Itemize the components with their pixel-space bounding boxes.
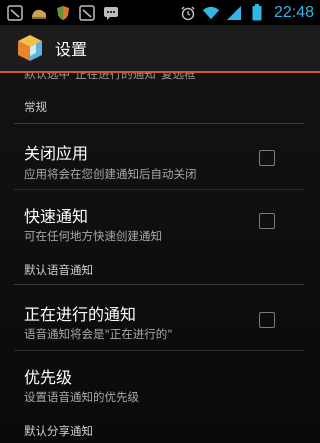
action-bar: 设置 (0, 25, 320, 71)
category-header-share: 默认分享通知 (14, 423, 304, 443)
category-header-general: 常规 (14, 99, 304, 124)
pref-quick-notify[interactable]: 快速通知 可在任何地方快速创建通知 (0, 190, 320, 252)
page-title: 设置 (55, 40, 88, 59)
category-header-label: 默认分享通知 (24, 424, 93, 438)
screen: 22:48 设置 默认选中"正在进行的通知"复选框 常规 关闭应用 应用将会在您… (0, 0, 320, 443)
status-bar-notifications (0, 4, 120, 22)
pref-summary: 应用将会在您创建通知后自动关闭 (24, 167, 197, 181)
pref-title: 关闭应用 (24, 144, 89, 163)
wifi-icon (202, 4, 220, 22)
partial-summary-text: 默认选中"正在进行的通知"复选框 (24, 73, 196, 81)
pref-title: 优先级 (24, 368, 73, 387)
pref-priority[interactable]: 优先级 设置语音通知的优先级 (0, 351, 320, 413)
bag-icon (30, 4, 48, 22)
battery-icon (248, 4, 266, 22)
close-app-checkbox[interactable] (259, 150, 275, 166)
pref-ongoing-notification[interactable]: 正在进行的通知 语音通知将会是"正在进行的" (0, 287, 320, 349)
usb-debug-icon (6, 4, 24, 22)
pref-title: 快速通知 (24, 207, 89, 226)
shield-icon (54, 4, 72, 22)
settings-list: 默认选中"正在进行的通知"复选框 常规 关闭应用 应用将会在您创建通知后自动关闭… (0, 73, 320, 443)
category-header-label: 默认语音通知 (24, 263, 93, 277)
status-bar-system: 22:48 (179, 4, 320, 22)
status-time: 22:48 (273, 3, 314, 21)
alarm-icon (179, 4, 197, 22)
category-header-voice: 默认语音通知 (14, 262, 304, 285)
pref-summary: 可在任何地方快速创建通知 (24, 229, 162, 243)
quick-notify-checkbox[interactable] (259, 213, 275, 229)
chat-icon (102, 4, 120, 22)
pref-summary: 设置语音通知的优先级 (24, 390, 139, 404)
usb-debug-icon-2 (78, 4, 96, 22)
ongoing-notification-checkbox[interactable] (259, 312, 275, 328)
pref-close-app[interactable]: 关闭应用 应用将会在您创建通知后自动关闭 (0, 127, 320, 189)
pref-summary: 语音通知将会是"正在进行的" (24, 327, 173, 341)
status-bar: 22:48 (0, 0, 320, 25)
category-header-label: 常规 (24, 100, 47, 114)
signal-icon (225, 4, 243, 22)
app-cube-icon[interactable] (15, 33, 45, 63)
pref-title: 正在进行的通知 (24, 305, 137, 324)
